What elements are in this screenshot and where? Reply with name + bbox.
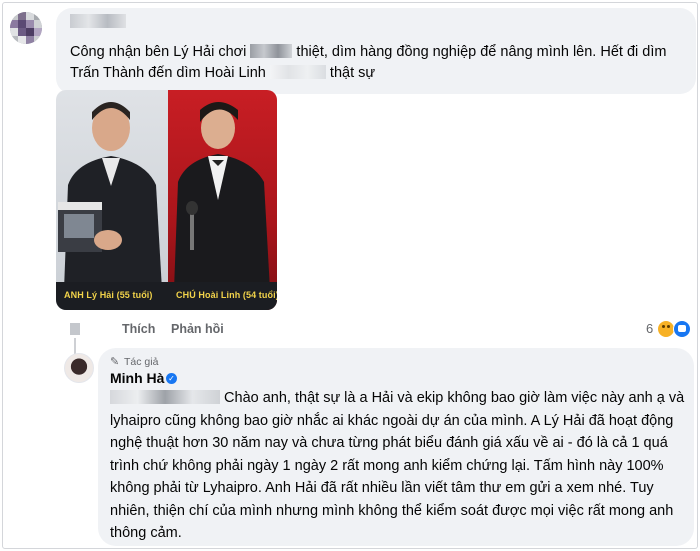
reply-link[interactable]: Phản hồi: [171, 322, 224, 336]
comment-image[interactable]: ANH Lý Hải (55 tuổi) CHÚ Hoài Linh (54 t…: [56, 90, 277, 310]
like-link[interactable]: Thích: [122, 322, 155, 336]
verified-icon: ✓: [166, 373, 177, 384]
image-left-panel: [56, 90, 169, 310]
comment-text: Công nhận bên Lý Hải chơi thiệt, dìm hàn…: [70, 44, 667, 81]
man-in-suit-figure: [58, 102, 162, 290]
like-emoji-icon: [673, 320, 691, 338]
redacted-time: [70, 323, 80, 335]
commenter-avatar[interactable]: [10, 12, 42, 44]
reply-author-name[interactable]: Minh Hà: [110, 370, 164, 386]
reaction-count[interactable]: 6: [646, 321, 653, 336]
pencil-icon: ✎: [110, 356, 120, 368]
redacted-commenter-name: [70, 14, 126, 28]
reply-author-avatar[interactable]: [64, 353, 94, 383]
redacted-word: [269, 65, 326, 79]
redacted-mention: [110, 390, 220, 404]
caption-left: ANH Lý Hải (55 tuổi): [64, 290, 153, 300]
author-badge: Tác giả: [124, 356, 159, 368]
caption-right: CHÚ Hoài Linh (54 tuổi): [176, 290, 277, 300]
reply-text: Chào anh, thật sự là a Hải và ekip không…: [110, 390, 685, 541]
redacted-word: [250, 44, 293, 58]
man-with-microphone-figure: [174, 102, 270, 290]
image-right-panel: [168, 90, 277, 310]
